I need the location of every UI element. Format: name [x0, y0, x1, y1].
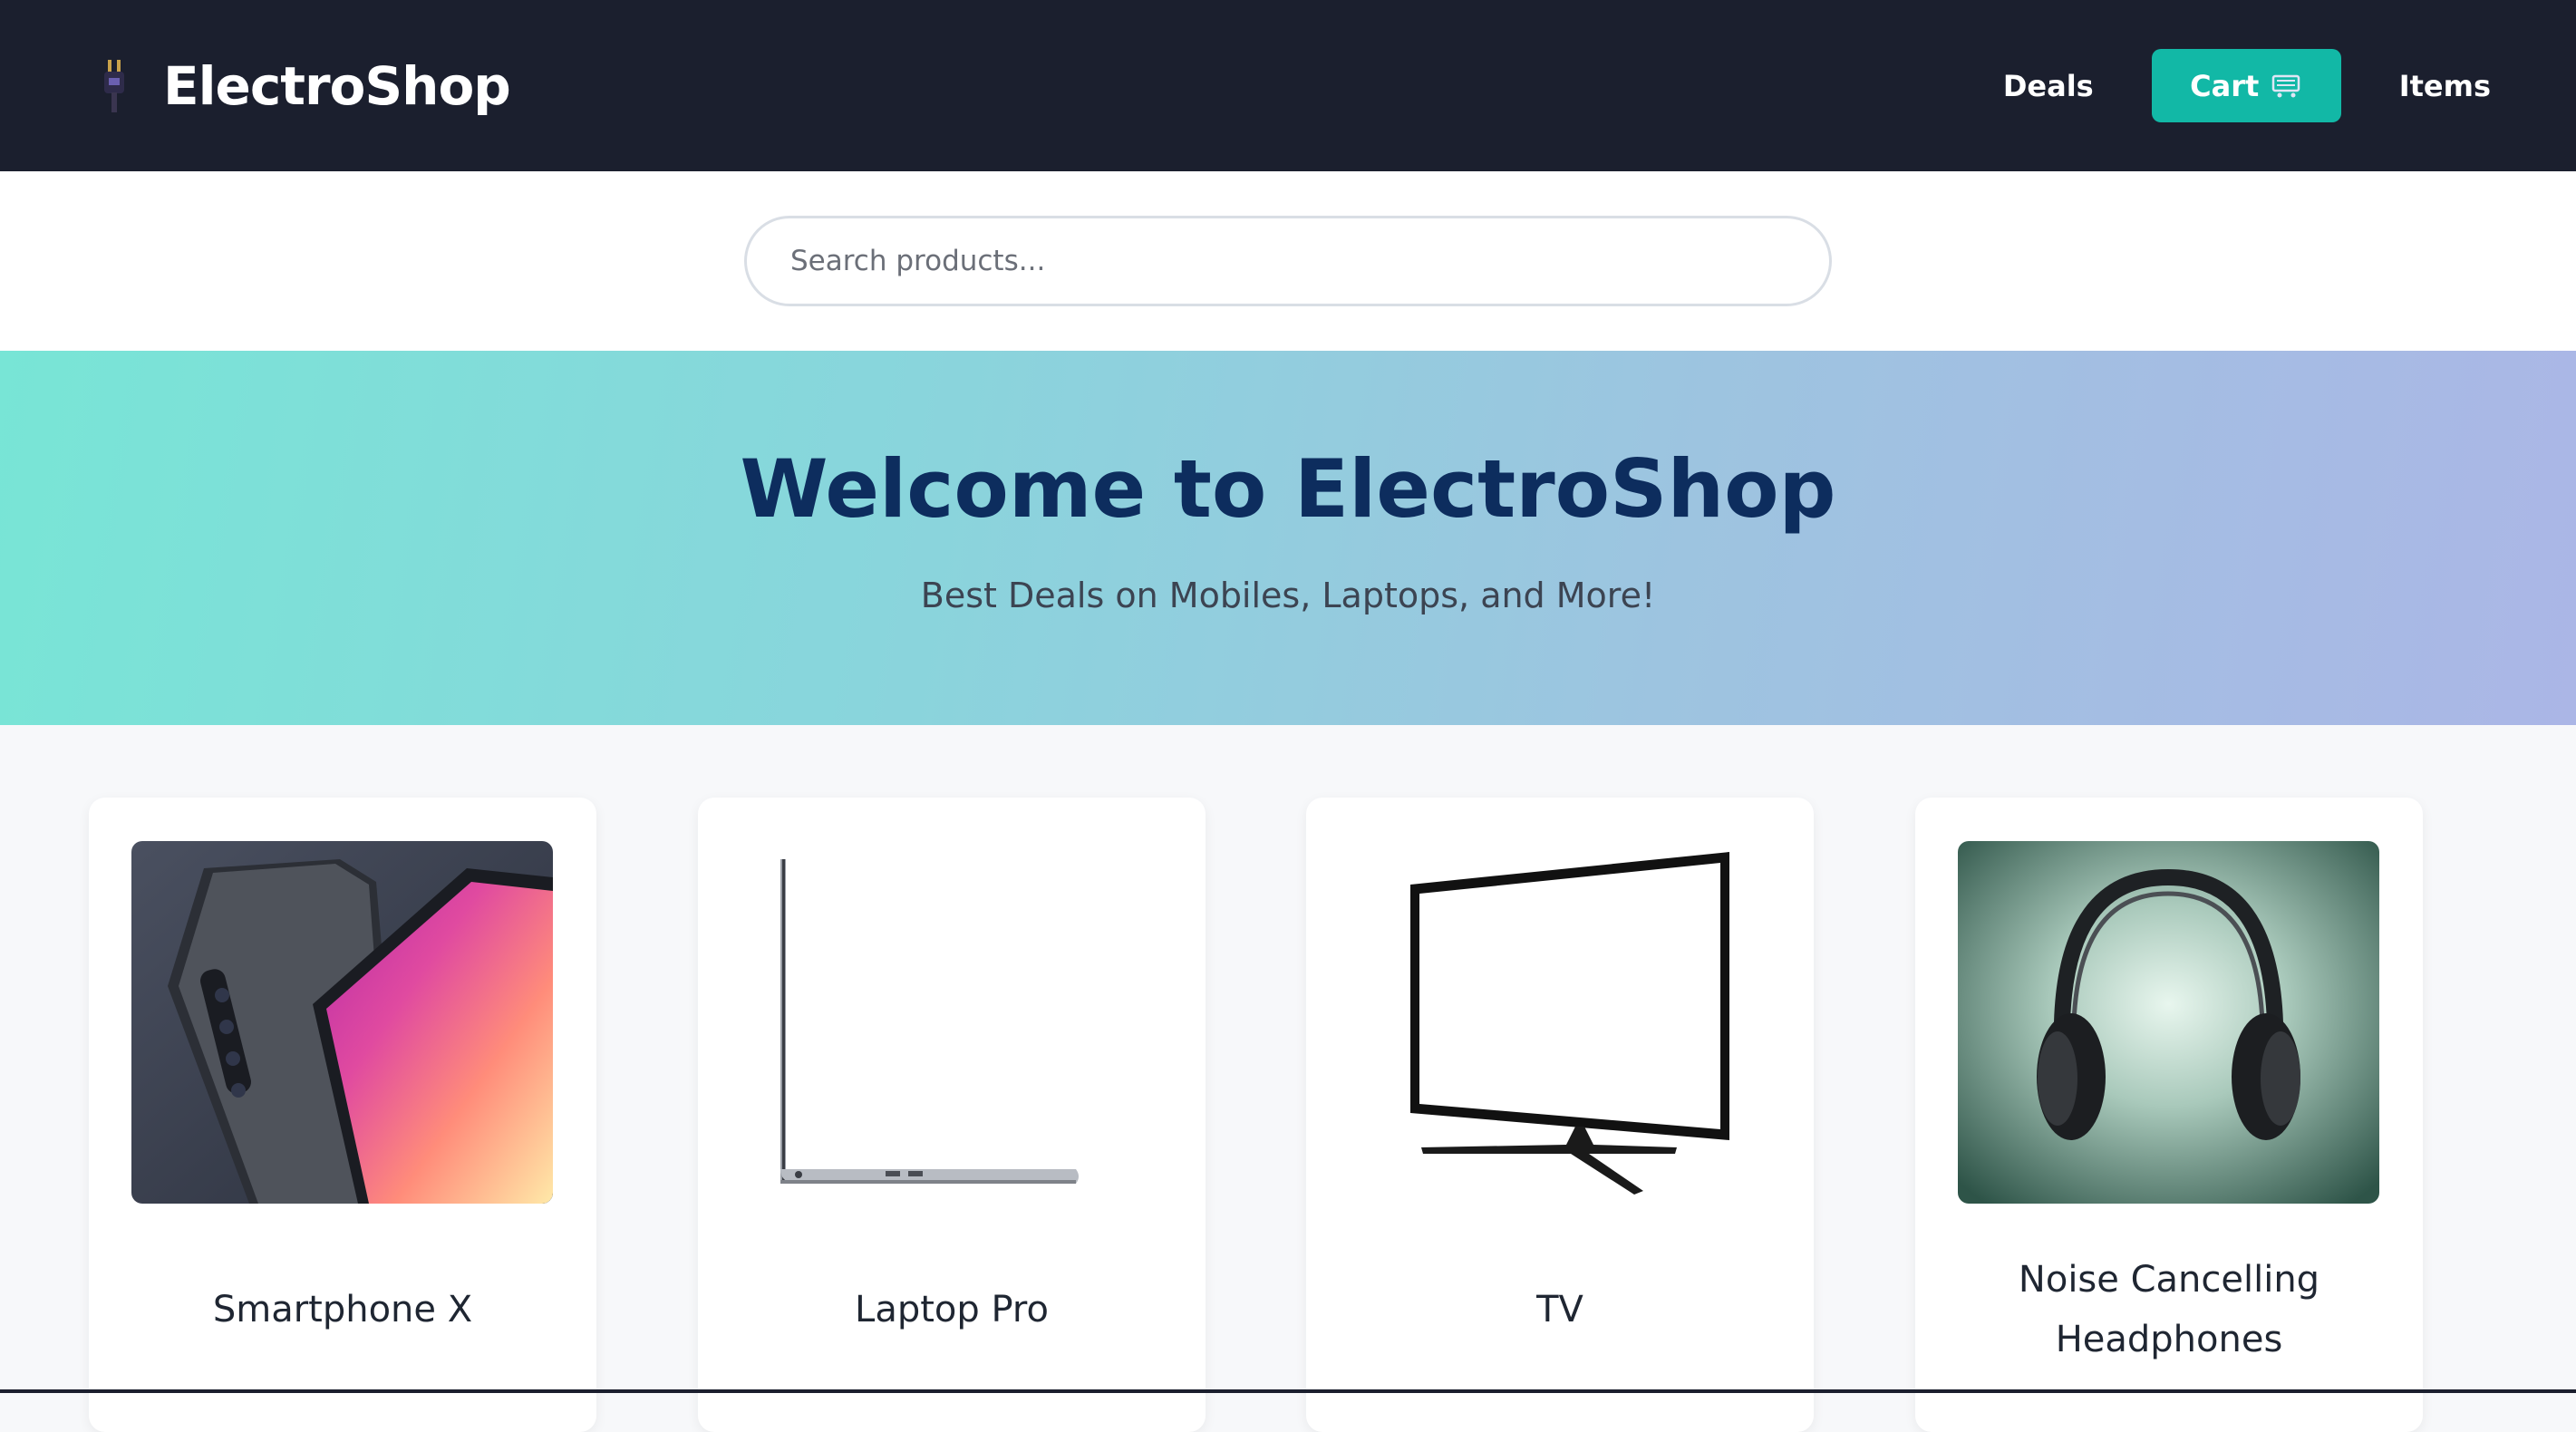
hero-banner: Welcome to ElectroShop Best Deals on Mob… — [0, 351, 2576, 725]
brand-name: ElectroShop — [163, 55, 510, 117]
bottom-divider — [0, 1389, 2576, 1393]
product-name: Noise Cancelling Headphones — [1942, 1233, 2396, 1387]
product-card[interactable]: TV — [1306, 798, 1814, 1432]
headphones-image[interactable] — [1958, 841, 2379, 1204]
laptop-image[interactable] — [741, 841, 1162, 1204]
cart-label: Cart — [2190, 69, 2259, 103]
nav-links: Deals Cart Items — [2003, 49, 2491, 122]
search-input[interactable] — [744, 216, 1832, 306]
product-grid: Smartphone X Laptop Pro — [0, 725, 2576, 1393]
cart-button[interactable]: Cart — [2152, 49, 2341, 122]
brand[interactable]: ElectroShop — [98, 55, 510, 117]
product-name: Laptop Pro — [725, 1233, 1178, 1387]
tv-image[interactable] — [1349, 841, 1770, 1204]
hero-subtitle: Best Deals on Mobiles, Laptops, and More… — [921, 576, 1655, 615]
product-card[interactable]: Laptop Pro — [698, 798, 1206, 1432]
product-name: TV — [1333, 1233, 1787, 1387]
product-name: Smartphone X — [116, 1233, 569, 1387]
product-card[interactable]: Smartphone X — [89, 798, 596, 1432]
top-navbar: ElectroShop Deals Cart Items — [0, 0, 2576, 171]
nav-deals-link[interactable]: Deals — [2003, 69, 2094, 103]
cart-icon — [2271, 73, 2302, 99]
product-card[interactable]: Noise Cancelling Headphones — [1915, 798, 2423, 1432]
hero-title: Welcome to ElectroShop — [740, 442, 1835, 536]
nav-items-link[interactable]: Items — [2399, 69, 2491, 103]
smartphone-image[interactable] — [131, 841, 553, 1204]
search-section — [0, 171, 2576, 351]
plug-icon — [98, 58, 131, 114]
